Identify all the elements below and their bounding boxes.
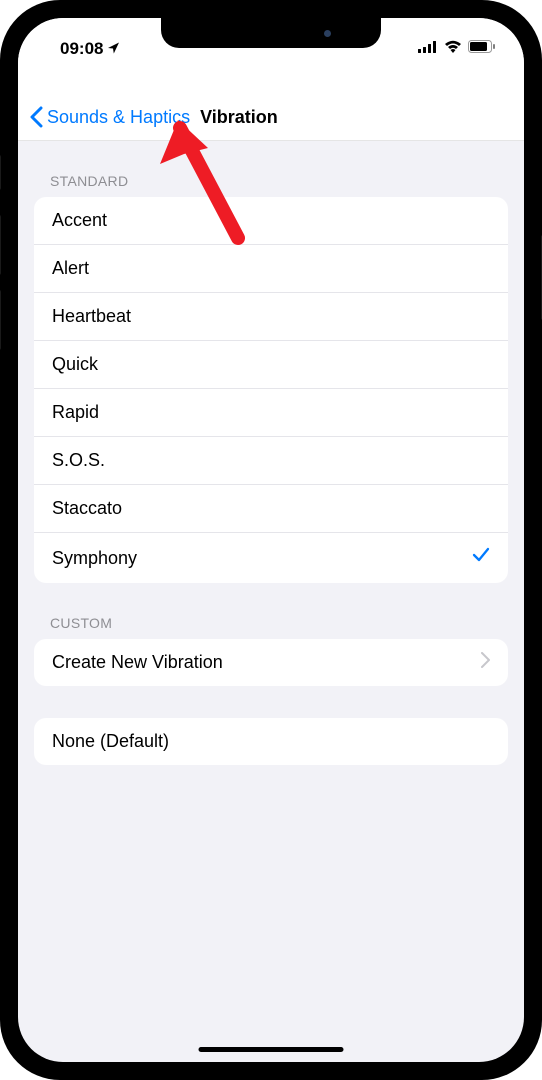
vibration-row-sos[interactable]: S.O.S. (34, 437, 508, 485)
checkmark-icon (472, 546, 490, 570)
spacer (18, 686, 524, 718)
navigation-bar: Sounds & Haptics Vibration (18, 66, 524, 141)
chevron-right-icon (481, 652, 490, 673)
camera-dot (324, 30, 331, 37)
notch (161, 18, 381, 48)
vibration-row-none[interactable]: None (Default) (34, 718, 508, 765)
row-label: Staccato (52, 498, 122, 519)
back-button[interactable]: Sounds & Haptics (30, 106, 190, 128)
status-time: 09:08 (60, 39, 120, 59)
row-label: Accent (52, 210, 107, 231)
phone-frame: 09:08 (0, 0, 542, 1080)
create-new-vibration-row[interactable]: Create New Vibration (34, 639, 508, 686)
home-indicator[interactable] (199, 1047, 344, 1052)
vibration-row-heartbeat[interactable]: Heartbeat (34, 293, 508, 341)
row-label: Symphony (52, 548, 137, 569)
side-button (0, 215, 1, 275)
row-label: Create New Vibration (52, 652, 223, 673)
custom-group: Create New Vibration (34, 639, 508, 686)
none-group: None (Default) (34, 718, 508, 765)
vibration-row-alert[interactable]: Alert (34, 245, 508, 293)
side-button (0, 155, 1, 190)
page-title: Vibration (200, 107, 278, 128)
screen: 09:08 (18, 18, 524, 1062)
row-label: None (Default) (52, 731, 169, 752)
row-label: Rapid (52, 402, 99, 423)
standard-group: Accent Alert Heartbeat Quick Rapid S.O.S… (34, 197, 508, 583)
content-area: STANDARD Accent Alert Heartbeat Quick Ra… (18, 141, 524, 765)
row-label: Quick (52, 354, 98, 375)
vibration-row-symphony[interactable]: Symphony (34, 533, 508, 583)
wifi-icon (444, 40, 462, 58)
vibration-row-staccato[interactable]: Staccato (34, 485, 508, 533)
side-button (0, 290, 1, 350)
vibration-row-rapid[interactable]: Rapid (34, 389, 508, 437)
vibration-row-accent[interactable]: Accent (34, 197, 508, 245)
cellular-icon (418, 40, 438, 58)
status-icons (418, 40, 496, 58)
back-label: Sounds & Haptics (47, 107, 190, 128)
location-icon (108, 39, 120, 59)
row-label: Heartbeat (52, 306, 131, 327)
row-label: S.O.S. (52, 450, 105, 471)
battery-icon (468, 40, 496, 58)
chevron-left-icon (30, 106, 43, 128)
section-header-custom: CUSTOM (18, 583, 524, 639)
row-label: Alert (52, 258, 89, 279)
vibration-row-quick[interactable]: Quick (34, 341, 508, 389)
section-header-standard: STANDARD (18, 141, 524, 197)
time-label: 09:08 (60, 39, 103, 59)
